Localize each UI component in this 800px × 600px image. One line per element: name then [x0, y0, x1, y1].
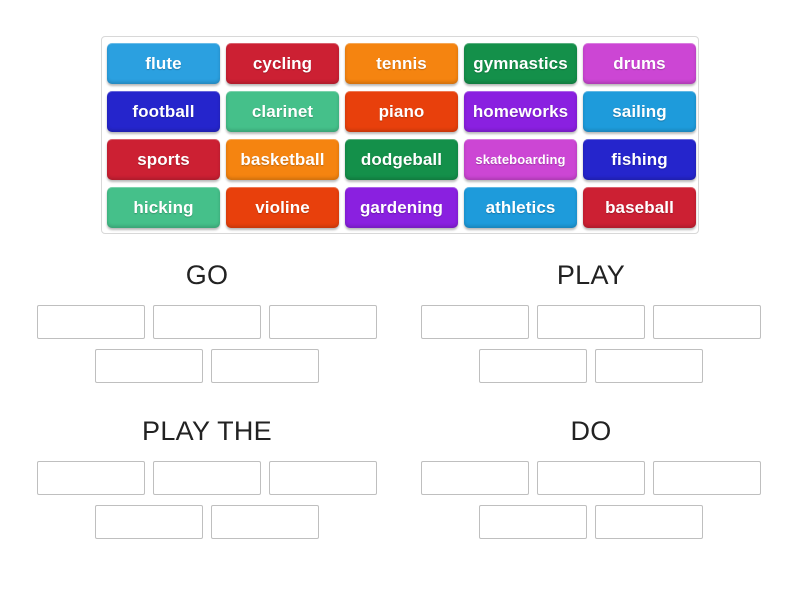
answer-slot[interactable] [653, 305, 761, 339]
answer-slot[interactable] [537, 461, 645, 495]
word-tile-row: sports basketball dodgeball skateboarding fi… [107, 139, 696, 180]
answer-slot[interactable] [269, 305, 377, 339]
slot-row-bottom [17, 505, 397, 539]
answer-slot[interactable] [595, 505, 703, 539]
category-group-play-the: PLAY THE [17, 414, 397, 539]
answer-slot[interactable] [421, 305, 529, 339]
answer-slot[interactable] [421, 461, 529, 495]
category-title: GO [185, 260, 229, 290]
answer-slot[interactable] [595, 349, 703, 383]
word-tile-row: football clarinet piano homeworks sailing [107, 91, 696, 132]
slot-row-bottom [17, 349, 397, 383]
slot-row-top [401, 305, 781, 339]
word-bank-panel: flute cycling tennis gymnastics drums footbal… [101, 36, 699, 234]
word-tile[interactable]: piano [345, 91, 458, 132]
word-tile[interactable]: clarinet [226, 91, 339, 132]
word-tile[interactable]: homeworks [464, 91, 577, 132]
word-tile[interactable]: gardening [345, 187, 458, 228]
category-group-do: DO [401, 414, 781, 539]
slot-row-top [401, 461, 781, 495]
word-tile[interactable]: hicking [107, 187, 220, 228]
word-tile[interactable]: drums [583, 43, 696, 84]
word-tile[interactable]: basketball [226, 139, 339, 180]
answer-slot[interactable] [153, 461, 261, 495]
category-title: PLAY [556, 260, 626, 290]
word-tile[interactable]: baseball [583, 187, 696, 228]
answer-slot[interactable] [95, 505, 203, 539]
word-tile[interactable]: sports [107, 139, 220, 180]
answer-slot[interactable] [37, 305, 145, 339]
word-tile[interactable]: sailing [583, 91, 696, 132]
slot-row-top [17, 305, 397, 339]
answer-slot[interactable] [269, 461, 377, 495]
word-tile[interactable]: skateboarding [464, 139, 577, 180]
answer-slot[interactable] [479, 505, 587, 539]
answer-slot[interactable] [653, 461, 761, 495]
answer-slot[interactable] [479, 349, 587, 383]
word-tile[interactable]: flute [107, 43, 220, 84]
word-tile[interactable]: gymnastics [464, 43, 577, 84]
word-tile[interactable]: tennis [345, 43, 458, 84]
word-tile[interactable]: cycling [226, 43, 339, 84]
word-tile[interactable]: football [107, 91, 220, 132]
category-title: PLAY THE [142, 416, 272, 446]
answer-slot[interactable] [153, 305, 261, 339]
slot-row-top [17, 461, 397, 495]
word-tile-row: hicking violine gardening athletics baseball [107, 187, 696, 228]
category-group-play: PLAY [401, 258, 781, 383]
answer-slot[interactable] [37, 461, 145, 495]
slot-row-bottom [401, 349, 781, 383]
category-title: DO [570, 416, 612, 446]
word-tile[interactable]: violine [226, 187, 339, 228]
answer-slot[interactable] [211, 349, 319, 383]
word-tile[interactable]: fishing [583, 139, 696, 180]
word-tile[interactable]: dodgeball [345, 139, 458, 180]
word-tile-row: flute cycling tennis gymnastics drums [107, 43, 696, 84]
answer-slot[interactable] [95, 349, 203, 383]
category-group-go: GO [17, 258, 397, 383]
word-tile[interactable]: athletics [464, 187, 577, 228]
slot-row-bottom [401, 505, 781, 539]
answer-slot[interactable] [537, 305, 645, 339]
answer-slot[interactable] [211, 505, 319, 539]
